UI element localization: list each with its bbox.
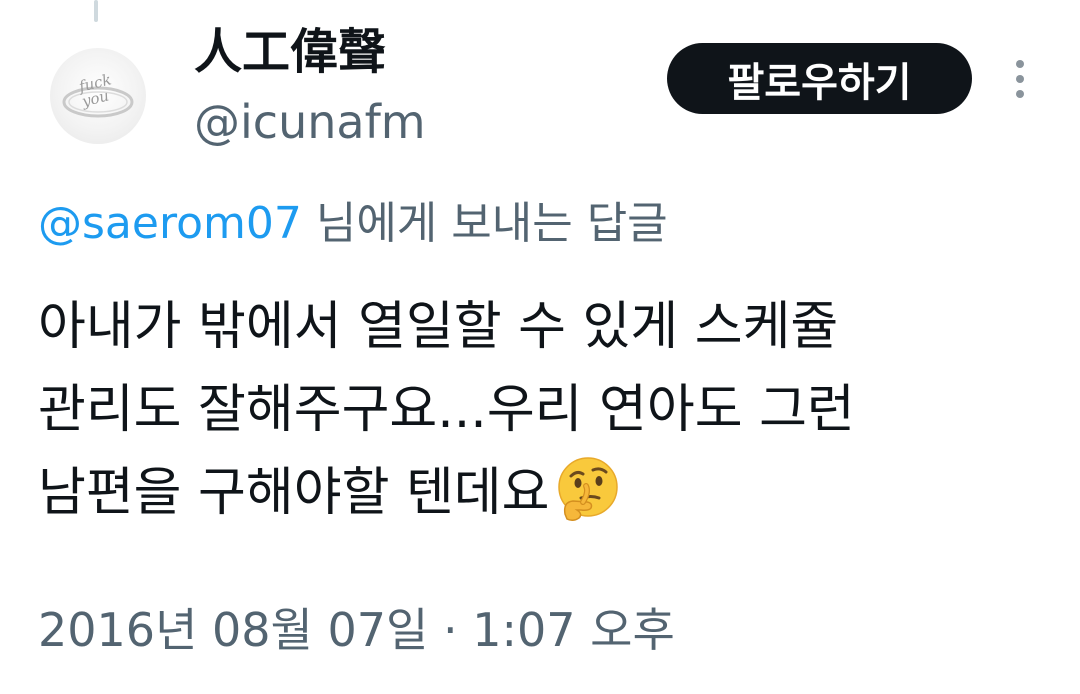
ring-photo-icon: fuck you (62, 70, 134, 118)
reply-context-suffix: 님에게 보내는 답글 (301, 198, 668, 249)
more-vertical-icon[interactable] (1008, 58, 1032, 100)
author-avatar[interactable]: fuck you (50, 48, 146, 144)
reply-context: @saerom07 님에게 보내는 답글 (38, 196, 668, 252)
tweet-timestamp[interactable]: 2016년 08월 07일 · 1:07 오후 (38, 600, 675, 660)
tweet-text-line: 관리도 잘해주구요...우리 연아도 그런 (38, 380, 855, 440)
tweet-text-line: 아내가 밖에서 열일할 수 있게 스케쥴 (38, 297, 839, 357)
follow-button[interactable]: 팔로우하기 (667, 43, 972, 114)
reply-mention-link[interactable]: @saerom07 (38, 198, 302, 249)
tweet-text-line-last: 남편을 구해야할 텐데요 (38, 452, 1038, 535)
author-display-name[interactable]: 人工偉聲 (194, 22, 386, 82)
tweet-body: 아내가 밖에서 열일할 수 있게 스케쥴 관리도 잘해주구요...우리 연아도 … (38, 286, 1038, 535)
thinking-face-icon (553, 454, 623, 524)
author-handle[interactable]: @icunafm (194, 92, 426, 152)
tweet-text-line: 남편을 구해야할 텐데요 (38, 463, 550, 523)
thread-connector-line (94, 0, 98, 22)
